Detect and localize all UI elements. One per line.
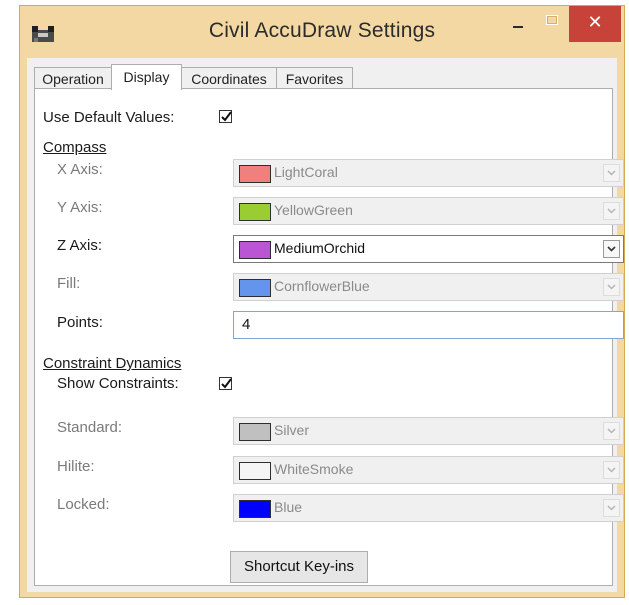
checkmark-icon xyxy=(221,111,232,122)
close-icon: ✕ xyxy=(587,12,603,33)
tab-operation[interactable]: Operation xyxy=(34,67,112,89)
fill-color-swatch xyxy=(239,279,271,297)
hilite-label: Hilite: xyxy=(57,458,95,475)
constraint-dynamics-section-heading: Constraint Dynamics xyxy=(43,355,182,372)
settings-window: Civil AccuDraw Settings ✕ Operation Disp… xyxy=(19,5,625,598)
chevron-down-icon xyxy=(607,170,616,176)
standard-color-swatch xyxy=(239,423,271,441)
chevron-down-icon xyxy=(607,467,616,473)
x-axis-color-combo[interactable]: LightCoral xyxy=(233,159,624,187)
tab-coordinates[interactable]: Coordinates xyxy=(181,67,277,89)
display-tab-panel: Use Default Values: Compass X Axis: Ligh… xyxy=(34,88,624,586)
chevron-down-icon xyxy=(607,246,616,252)
standard-color-combo[interactable]: Silver xyxy=(233,417,624,445)
x-axis-color-swatch xyxy=(239,165,271,183)
hilite-color-swatch xyxy=(239,462,271,480)
window-title: Civil AccuDraw Settings xyxy=(208,19,436,42)
z-axis-color-combo[interactable]: MediumOrchid xyxy=(233,235,624,263)
chevron-down-icon xyxy=(607,208,616,214)
y-axis-dropdown-button[interactable] xyxy=(603,202,620,220)
y-axis-color-value: YellowGreen xyxy=(274,202,353,218)
hilite-color-value: WhiteSmoke xyxy=(274,461,354,477)
chevron-down-icon xyxy=(607,428,616,434)
show-constraints-label: Show Constraints: xyxy=(57,375,179,392)
checkmark-icon xyxy=(221,378,232,389)
fill-dropdown-button[interactable] xyxy=(603,278,620,296)
x-axis-label: X Axis: xyxy=(57,161,103,178)
x-axis-dropdown-button[interactable] xyxy=(603,164,620,182)
use-default-values-checkbox[interactable] xyxy=(219,110,232,123)
title-bar[interactable]: Civil AccuDraw Settings ✕ xyxy=(20,6,624,58)
points-input[interactable] xyxy=(240,315,614,334)
fill-label: Fill: xyxy=(57,275,81,292)
standard-color-value: Silver xyxy=(274,422,310,438)
maximize-icon xyxy=(546,15,558,25)
hilite-color-combo[interactable]: WhiteSmoke xyxy=(233,456,624,484)
fill-color-combo[interactable]: CornflowerBlue xyxy=(233,273,624,301)
locked-color-combo[interactable]: Blue xyxy=(233,494,624,522)
tab-favorites[interactable]: Favorites xyxy=(276,67,353,89)
locked-color-value: Blue xyxy=(274,499,303,515)
close-button[interactable]: ✕ xyxy=(569,6,621,42)
y-axis-color-combo[interactable]: YellowGreen xyxy=(233,197,624,225)
points-label: Points: xyxy=(57,314,103,331)
y-axis-label: Y Axis: xyxy=(57,199,103,216)
z-axis-color-swatch xyxy=(239,241,271,259)
hilite-dropdown-button[interactable] xyxy=(603,461,620,479)
z-axis-color-value: MediumOrchid xyxy=(274,240,366,256)
tab-display[interactable]: Display xyxy=(111,64,182,90)
locked-color-swatch xyxy=(239,500,271,518)
maximize-button[interactable] xyxy=(538,6,566,36)
show-constraints-checkbox[interactable] xyxy=(219,377,232,390)
z-axis-label: Z Axis: xyxy=(57,237,103,254)
standard-dropdown-button[interactable] xyxy=(603,422,620,440)
chevron-down-icon xyxy=(607,284,616,290)
z-axis-dropdown-button[interactable] xyxy=(603,240,620,258)
x-axis-color-value: LightCoral xyxy=(274,164,338,180)
compass-section-heading: Compass xyxy=(43,139,107,156)
points-field[interactable] xyxy=(233,311,624,339)
fill-color-value: CornflowerBlue xyxy=(274,278,370,294)
chevron-down-icon xyxy=(607,505,616,511)
minimize-button[interactable] xyxy=(504,6,532,36)
standard-label: Standard: xyxy=(57,419,123,436)
use-default-values-label: Use Default Values: xyxy=(43,109,175,126)
shortcut-key-ins-button[interactable]: Shortcut Key-ins xyxy=(230,551,368,583)
locked-label: Locked: xyxy=(57,496,110,513)
y-axis-color-swatch xyxy=(239,203,271,221)
dialog-client-area: Operation Display Coordinates Favorites … xyxy=(27,58,624,592)
locked-dropdown-button[interactable] xyxy=(603,499,620,517)
minimize-icon xyxy=(513,26,523,28)
